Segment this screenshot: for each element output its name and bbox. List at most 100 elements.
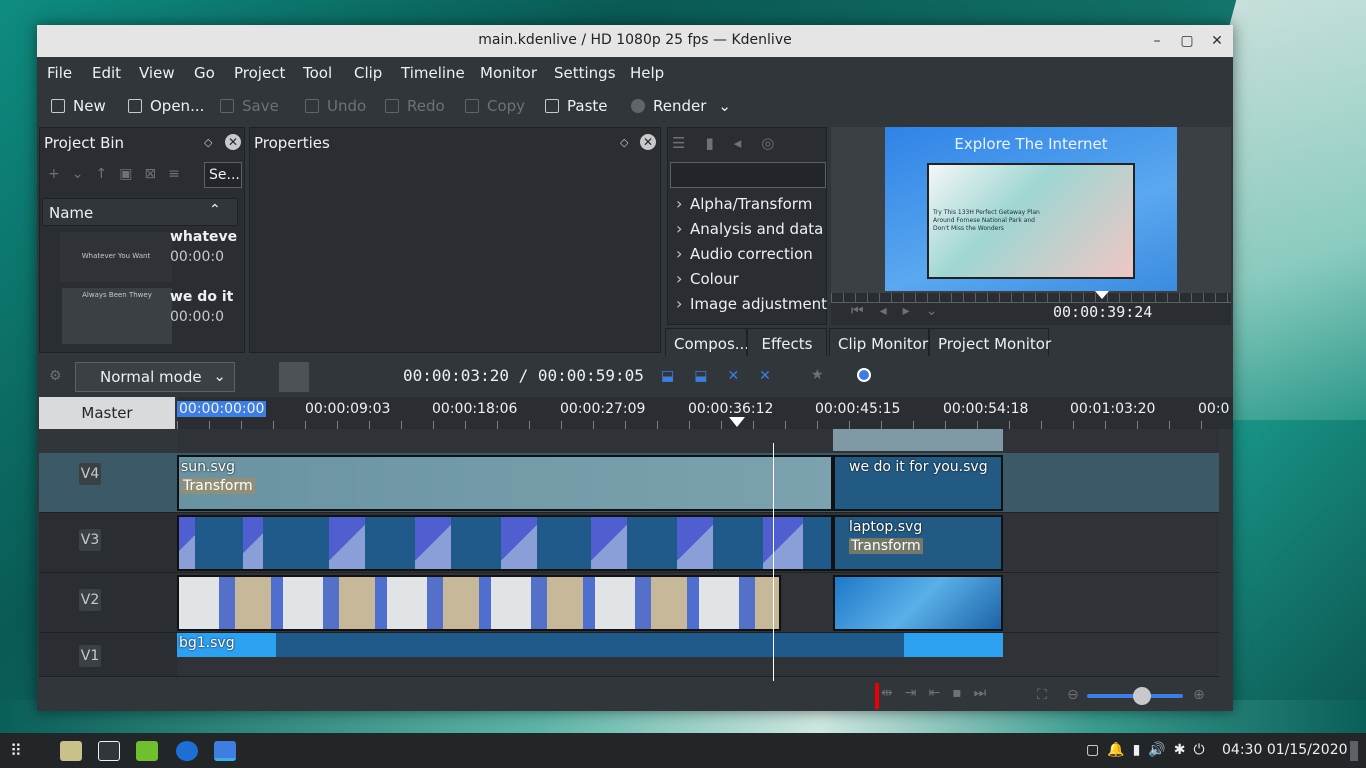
- master-button[interactable]: Master: [39, 397, 175, 429]
- minimize-button[interactable]: –: [1147, 31, 1167, 51]
- copy-icon: [465, 99, 479, 113]
- paste-button[interactable]: Paste: [545, 97, 608, 115]
- effect-category-audio[interactable]: Audio correction: [676, 244, 813, 263]
- tab-effects[interactable]: Effects: [747, 328, 827, 358]
- clock[interactable]: 04:30 01/15/2020: [1222, 742, 1348, 758]
- effects-filter-icons[interactable]: ☰▮◂◎: [672, 134, 794, 152]
- menu-edit[interactable]: Edit: [92, 64, 121, 82]
- show-desktop-button[interactable]: [1350, 741, 1358, 761]
- open-button[interactable]: Open...: [128, 97, 204, 115]
- menu-monitor[interactable]: Monitor: [480, 64, 537, 82]
- clip-label: laptop.svg: [849, 519, 923, 535]
- new-button[interactable]: New: [51, 97, 106, 115]
- kdenlive-task-icon[interactable]: [214, 741, 236, 761]
- clip-bg1[interactable]: bg1.svg: [177, 633, 1003, 657]
- track-name-v4[interactable]: V4: [79, 463, 101, 485]
- track-name-v1[interactable]: V1: [79, 645, 101, 667]
- playhead-marker-icon[interactable]: [729, 417, 745, 427]
- zoom-slider-handle[interactable]: [1133, 687, 1151, 705]
- zoom-out-icon[interactable]: ⊖: [1067, 687, 1079, 703]
- zoom-fit-icon[interactable]: ⛶: [1037, 687, 1047, 703]
- bin-column-header[interactable]: Name ⌃: [42, 198, 238, 226]
- composition-clip[interactable]: [833, 429, 1003, 451]
- menu-tool[interactable]: Tool: [303, 64, 332, 82]
- browser-icon[interactable]: [176, 741, 198, 761]
- file-manager-icon[interactable]: [60, 741, 82, 761]
- timecode-display[interactable]: 00:00:03:20 / 00:00:59:05: [403, 366, 644, 385]
- copy-label: Copy: [487, 97, 526, 115]
- system-tray-icons[interactable]: ▢🔔▮🔊✱⏻: [1086, 742, 1213, 758]
- transition: [179, 517, 195, 569]
- tab-project-monitor[interactable]: Project Monitor: [929, 328, 1051, 358]
- image-clip-strip[interactable]: [177, 575, 781, 631]
- close-button[interactable]: ✕: [1207, 31, 1227, 51]
- menu-timeline[interactable]: Timeline: [401, 64, 465, 82]
- monitor-playhead-icon[interactable]: [1095, 291, 1109, 299]
- close-panel-icon[interactable]: ✕: [225, 134, 241, 150]
- menu-project[interactable]: Project: [234, 64, 285, 82]
- monitor-ruler[interactable]: [831, 293, 1231, 303]
- terminal-icon[interactable]: [98, 741, 120, 761]
- render-button[interactable]: Render ⌄: [631, 97, 731, 115]
- column-name: Name: [49, 204, 94, 222]
- track-header-v4: V4: [39, 453, 177, 513]
- playhead[interactable]: [773, 443, 774, 683]
- menu-settings[interactable]: Settings: [554, 64, 616, 82]
- menu-clip[interactable]: Clip: [354, 64, 382, 82]
- track-name-v3[interactable]: V3: [79, 529, 101, 551]
- menu-view[interactable]: View: [139, 64, 175, 82]
- clip-sun[interactable]: sun.svg Transform: [177, 455, 833, 511]
- track-name-v2[interactable]: V2: [79, 589, 101, 611]
- select-tool-icon[interactable]: [279, 362, 309, 392]
- float-icon[interactable]: ◇: [620, 136, 628, 149]
- bin-search-input[interactable]: Se...: [204, 162, 242, 188]
- tab-clip-monitor[interactable]: Clip Monitor: [829, 328, 929, 358]
- sort-up-icon: ⌃: [209, 202, 221, 218]
- effect-category-colour[interactable]: Colour: [676, 269, 739, 288]
- undo-button[interactable]: Undo: [305, 97, 366, 115]
- maximize-button[interactable]: ▢: [1177, 31, 1197, 51]
- menu-help[interactable]: Help: [630, 64, 664, 82]
- window-title: main.kdenlive / HD 1080p 25 fps — Kdenli…: [478, 32, 792, 48]
- favorite-icon[interactable]: ★: [811, 367, 824, 383]
- gear-icon[interactable]: ⚙: [49, 368, 62, 384]
- transition: [677, 517, 713, 569]
- timeline-ruler[interactable]: 00:00:00:00 00:00:09:03 00:00:18:06 00:0…: [177, 397, 1233, 429]
- bin-item-name-1[interactable]: whateve: [170, 229, 237, 245]
- menu-go[interactable]: Go: [194, 64, 215, 82]
- monitor-timecode[interactable]: 00:00:39:24: [1053, 303, 1152, 321]
- monitor-transport-icons[interactable]: ⏮◂▸⌄: [851, 303, 953, 319]
- copy-button[interactable]: Copy: [465, 97, 525, 115]
- timeline-position: 00:00:03:20: [403, 366, 509, 385]
- menu-bar: File Edit View Go Project Tool Clip Time…: [37, 57, 1233, 87]
- clip-laptop[interactable]: laptop.svg Transform: [833, 515, 1003, 571]
- close-panel-icon[interactable]: ✕: [640, 134, 656, 150]
- redo-button[interactable]: Redo: [385, 97, 445, 115]
- taskbar: ⠿ ▢🔔▮🔊✱⏻ 04:30 01/15/2020: [0, 733, 1366, 768]
- effect-category-analysis[interactable]: Analysis and data: [676, 219, 823, 238]
- ruler-tick: 00:00:18:06: [432, 401, 518, 417]
- timeline-tool-icons[interactable]: ⇹⇥⇤▪⏭: [881, 685, 1011, 707]
- effect-category-image[interactable]: Image adjustment: [676, 294, 827, 313]
- zoom-in-icon[interactable]: ⊕: [1193, 687, 1205, 703]
- extract-lift-icons[interactable]: ⬓⬓✕✕: [661, 368, 791, 384]
- app-icon-green[interactable]: [136, 741, 158, 761]
- chevron-down-icon: ⌄: [718, 97, 731, 115]
- clip-blue-background[interactable]: [833, 575, 1003, 631]
- slide-clip-strip[interactable]: [177, 515, 833, 571]
- transition: [501, 517, 537, 569]
- tab-compositions[interactable]: Compos...: [665, 328, 749, 358]
- edit-mode-select[interactable]: Normal mode ⌄: [75, 362, 235, 392]
- ruler-tick: 00:00:45:15: [815, 401, 901, 417]
- save-button[interactable]: Save: [220, 97, 279, 115]
- bin-item-name-2[interactable]: we do it: [170, 289, 233, 305]
- float-icon[interactable]: ◇: [204, 136, 212, 149]
- effects-search-input[interactable]: [670, 162, 826, 188]
- timeline-duration: 00:00:59:05: [537, 366, 644, 385]
- menu-file[interactable]: File: [47, 64, 72, 82]
- effect-category-alpha[interactable]: Alpha/Transform: [676, 194, 812, 213]
- app-launcher-icon[interactable]: ⠿: [10, 741, 22, 760]
- clip-we-do-it[interactable]: we do it for you.svg: [833, 455, 1003, 511]
- save-label: Save: [242, 97, 279, 115]
- snap-icon[interactable]: [857, 368, 871, 382]
